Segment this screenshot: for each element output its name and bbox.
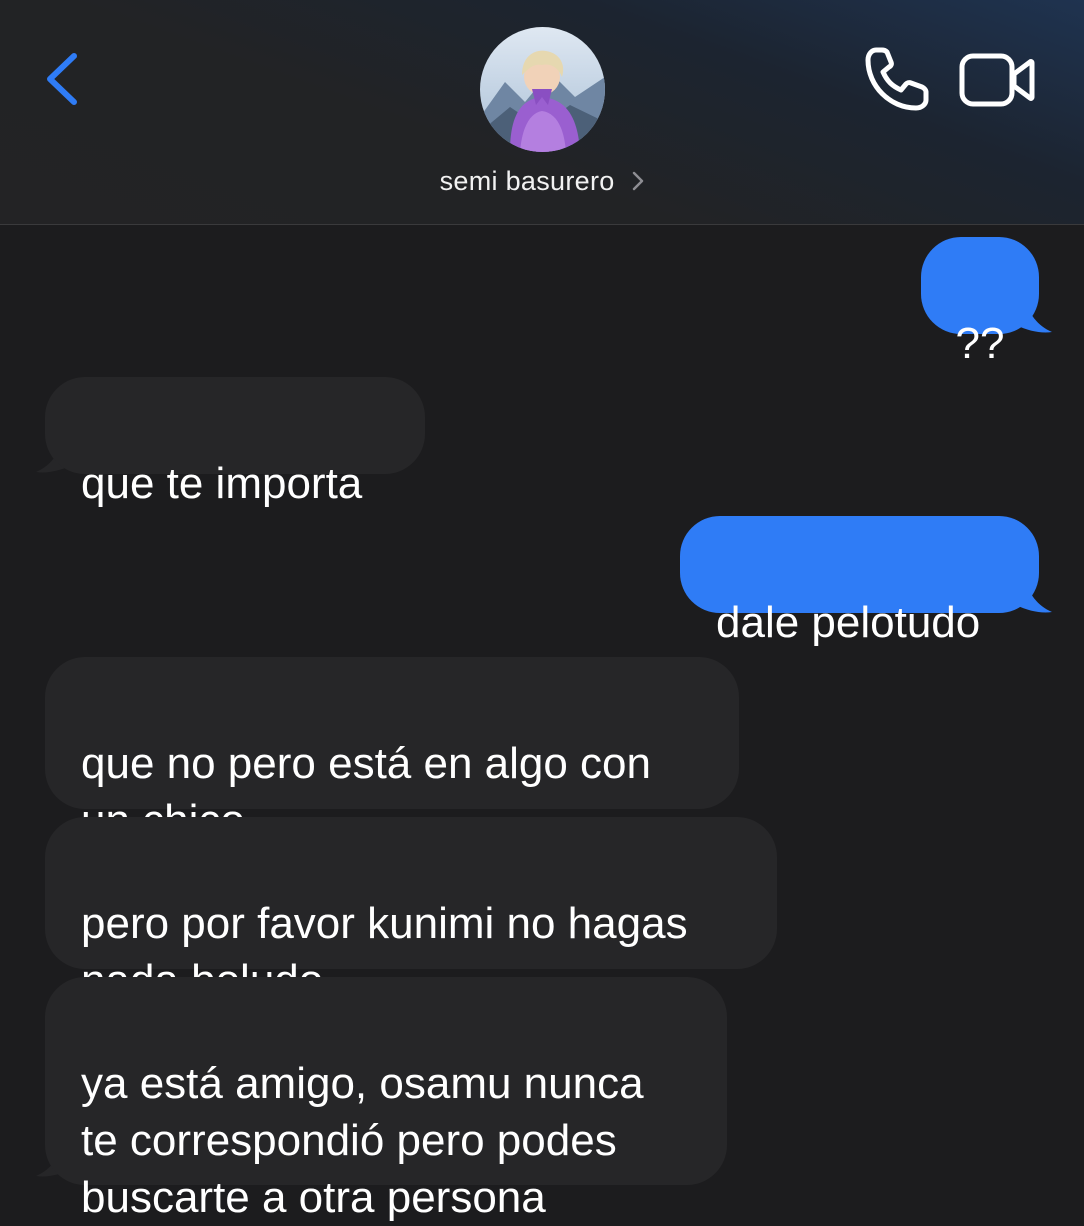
message-text: dale pelotudo: [716, 598, 981, 647]
contact-avatar[interactable]: [480, 27, 605, 152]
message-text: que te importa: [81, 459, 363, 508]
message-text: ya está amigo, osamu nunca te correspond…: [81, 1059, 644, 1222]
message-bubble-received[interactable]: que te importa: [45, 377, 425, 508]
message-text: ??: [955, 319, 1005, 368]
chevron-left-icon: [47, 53, 77, 105]
message-bubble-received[interactable]: que no pero está en algo con un chico: [45, 657, 739, 845]
message-bubble-sent[interactable]: dale pelotudo: [680, 516, 1039, 647]
message-bubble-received[interactable]: pero por favor kunimi no hagas nada bolu…: [45, 817, 777, 1005]
message-bubble-received[interactable]: ya está amigo, osamu nunca te correspond…: [45, 977, 727, 1222]
video-call-button[interactable]: [958, 50, 1036, 110]
video-camera-icon: [959, 53, 1035, 107]
chevron-right-icon: [632, 167, 644, 198]
contact-name-row[interactable]: semi basurero: [0, 166, 1084, 198]
conversation-header: semi basurero: [0, 0, 1084, 225]
avatar-image: [480, 27, 605, 152]
phone-icon: [865, 47, 929, 111]
back-button[interactable]: [40, 48, 90, 108]
message-bubble-sent[interactable]: ??: [921, 237, 1039, 368]
contact-name: semi basurero: [439, 166, 615, 196]
call-button[interactable]: [862, 44, 932, 114]
